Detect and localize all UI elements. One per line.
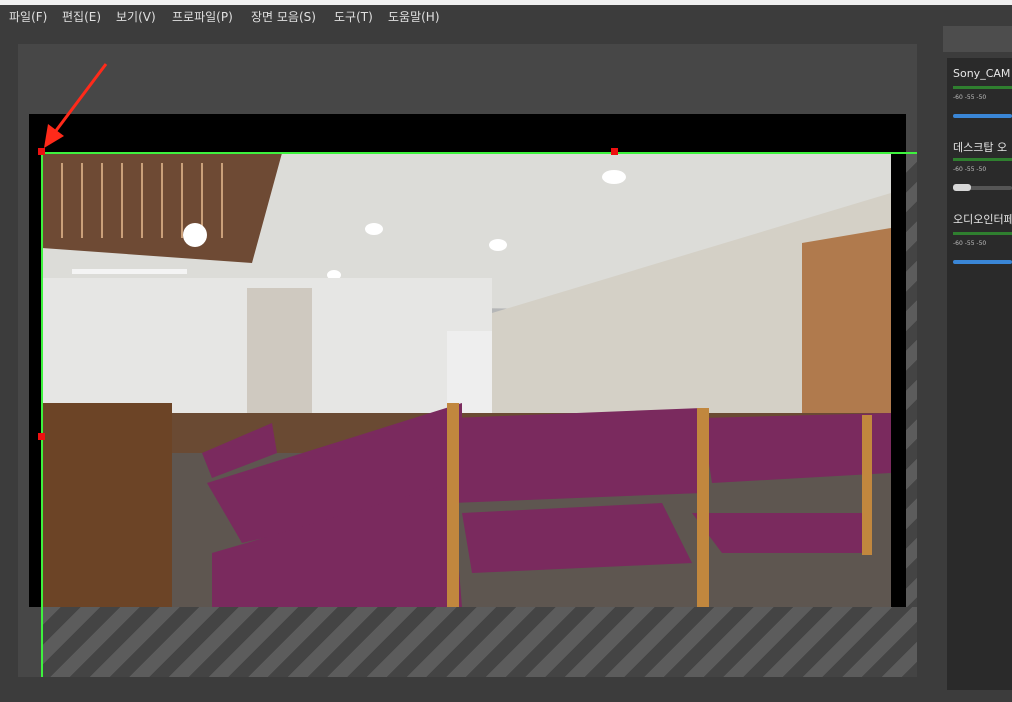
- menu-edit[interactable]: 편집(E): [62, 8, 101, 25]
- volume-slider[interactable]: [953, 114, 1012, 118]
- resize-handle-middle-left[interactable]: [38, 433, 45, 440]
- meter-ticks: -60 -55 -50: [953, 166, 987, 173]
- meter-ticks: -60 -55 -50: [953, 240, 987, 247]
- menu-view[interactable]: 보기(V): [116, 8, 156, 25]
- resize-handle-top-center[interactable]: [611, 148, 618, 155]
- annotation-arrow-icon: [44, 63, 108, 148]
- mixer-source-name: 오디오인터페: [953, 213, 1012, 226]
- menu-profile[interactable]: 프로파일(P): [172, 8, 233, 25]
- meter-ticks: -60 -55 -50: [953, 94, 987, 101]
- selection-outline-top: [41, 152, 917, 154]
- menu-bar: 파일(F) 편집(E) 보기(V) 프로파일(P) 장면 모음(S) 도구(T)…: [0, 5, 1012, 27]
- mixer-source-name: 데스크탑 오: [953, 141, 1008, 154]
- menu-file[interactable]: 파일(F): [9, 8, 47, 25]
- dock-panel-tab[interactable]: [943, 26, 1012, 52]
- volume-slider[interactable]: [953, 260, 1012, 264]
- volume-meter: [953, 86, 1012, 89]
- volume-slider-knob[interactable]: [953, 184, 971, 191]
- mixer-source-name: Sony_CAM: [953, 67, 1011, 80]
- audio-mixer-panel: Sony_CAM -60 -55 -50 데스크탑 오 -60 -55 -50 …: [947, 58, 1012, 690]
- out-of-canvas-stripes-right: [906, 153, 917, 607]
- church-room-photo: [42, 153, 891, 607]
- out-of-canvas-stripes: [41, 607, 917, 677]
- menu-help[interactable]: 도움말(H): [388, 8, 440, 25]
- selection-outline-left: [41, 152, 43, 677]
- volume-meter: [953, 232, 1012, 235]
- volume-meter: [953, 158, 1012, 161]
- camera-source-image[interactable]: [42, 153, 891, 607]
- menu-scene-collection[interactable]: 장면 모음(S): [251, 8, 316, 25]
- menu-tools[interactable]: 도구(T): [334, 8, 373, 25]
